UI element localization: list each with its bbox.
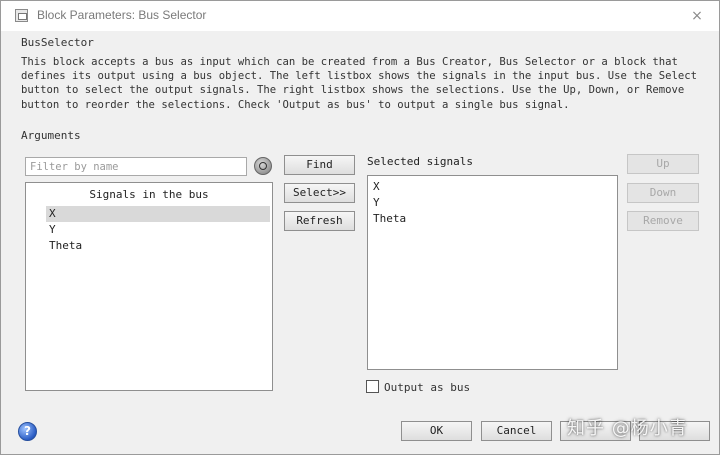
bus-signal-item-theta[interactable]: Theta (49, 238, 82, 254)
select-button[interactable]: Select>> (284, 183, 355, 203)
block-description: This block accepts a bus as input which … (21, 56, 698, 111)
selected-signal-item-x[interactable]: X (373, 179, 380, 195)
selected-signals-listbox[interactable]: X Y Theta (367, 175, 618, 370)
filter-options-icon[interactable] (254, 157, 272, 175)
help-icon[interactable]: ? (18, 422, 37, 441)
signals-tree-header: Signals in the bus (89, 188, 209, 201)
arguments-label: Arguments (21, 129, 81, 142)
cancel-button[interactable]: Cancel (481, 421, 552, 441)
selected-signals-label: Selected signals (367, 155, 473, 168)
output-as-bus-label: Output as bus (384, 381, 471, 394)
refresh-button[interactable]: Refresh (284, 211, 355, 231)
bus-signal-item-x[interactable]: X (46, 206, 270, 222)
watermark-text: 知乎 @杨小青 (567, 418, 688, 439)
block-icon (15, 9, 28, 22)
dialog-window: Block Parameters: Bus Selector × BusSele… (0, 0, 720, 455)
find-button[interactable]: Find (284, 155, 355, 175)
filter-input[interactable] (25, 157, 247, 176)
selected-signal-item-theta[interactable]: Theta (373, 211, 406, 227)
up-button[interactable]: Up (627, 154, 699, 174)
remove-button[interactable]: Remove (627, 211, 699, 231)
bus-signal-item-y[interactable]: Y (49, 222, 56, 238)
window-title: Block Parameters: Bus Selector (37, 8, 207, 22)
title-bar: Block Parameters: Bus Selector × (1, 1, 719, 31)
down-button[interactable]: Down (627, 183, 699, 203)
bus-signals-listbox[interactable]: Signals in the bus X Y Theta (25, 182, 273, 391)
output-as-bus-checkbox[interactable] (366, 380, 379, 393)
block-type-label: BusSelector (21, 36, 94, 49)
selected-signal-item-y[interactable]: Y (373, 195, 380, 211)
ok-button[interactable]: OK (401, 421, 472, 441)
close-icon[interactable]: × (687, 7, 707, 25)
